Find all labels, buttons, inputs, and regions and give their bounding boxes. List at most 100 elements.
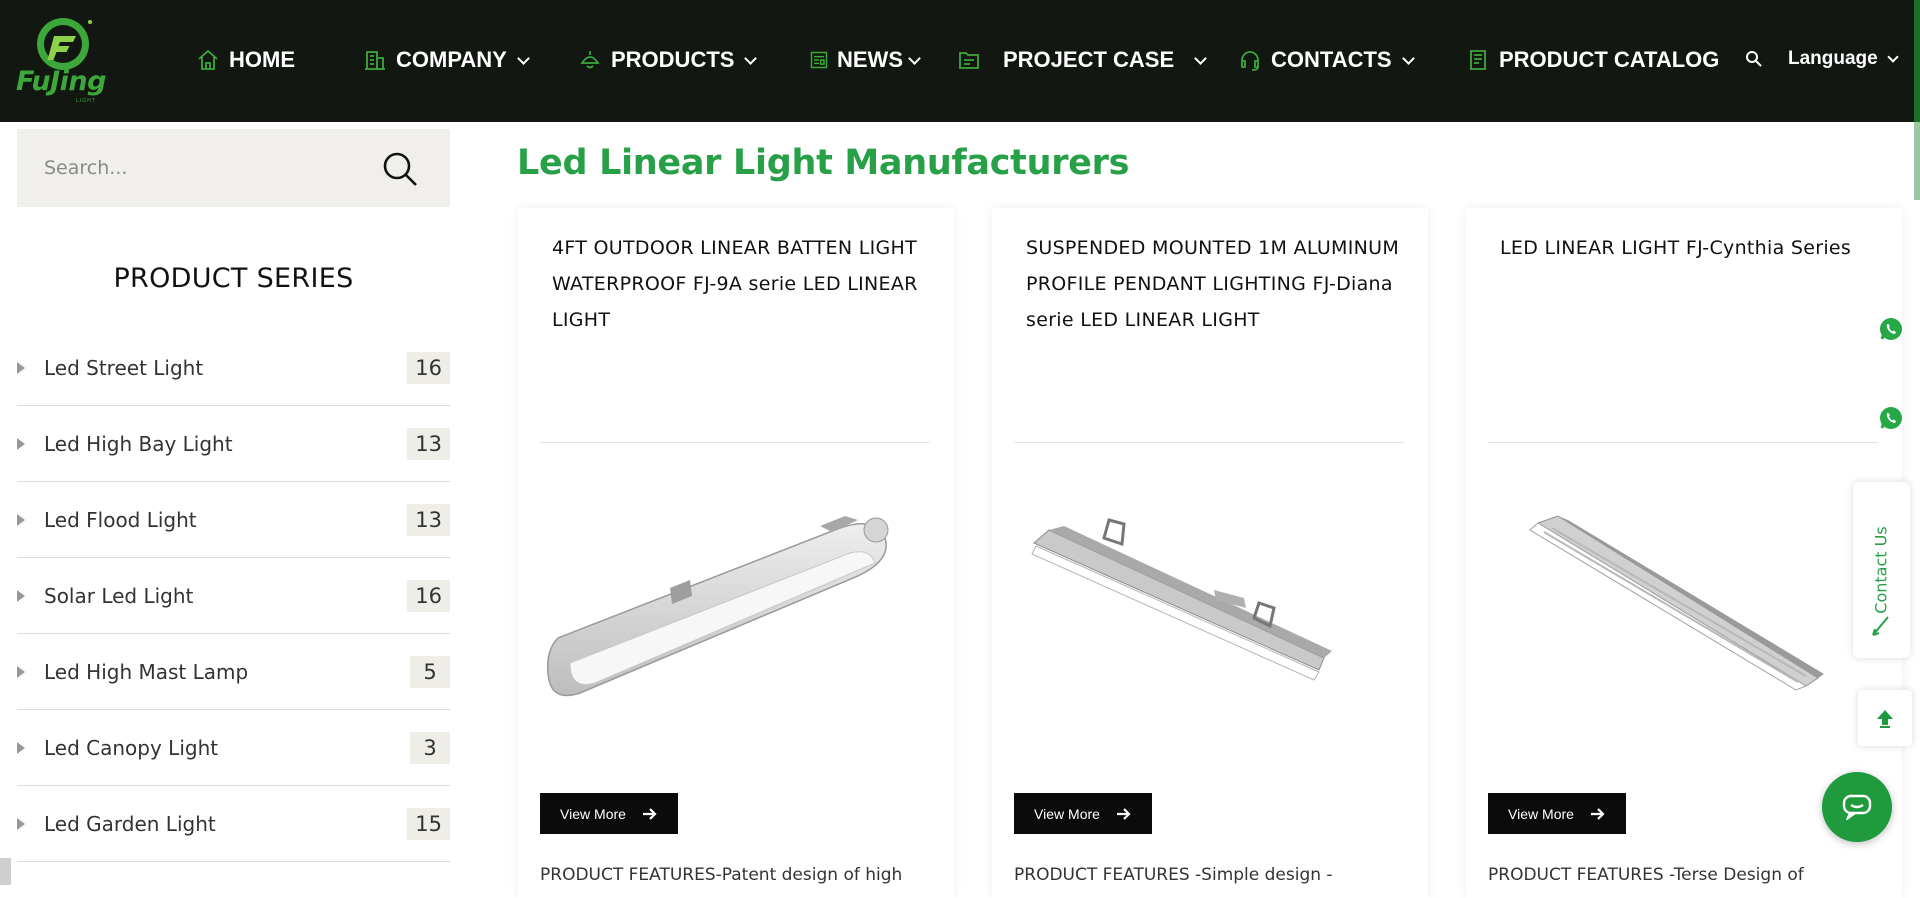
scrollbar-edge [1914, 0, 1920, 122]
linear-light-image[interactable] [1488, 468, 1888, 718]
caret-right-icon [17, 589, 25, 602]
series-count-badge: 5 [410, 655, 450, 688]
divider [540, 442, 930, 443]
search-input[interactable] [44, 151, 364, 185]
view-more-button[interactable]: View More [540, 793, 678, 834]
product-series-heading: PRODUCT SERIES [113, 263, 354, 294]
view-more-label: View More [1034, 805, 1100, 822]
series-item-street-light[interactable]: Led Street Light 16 [17, 330, 450, 406]
contact-us-label: Contact Us [1871, 526, 1891, 614]
chevron-down-icon [744, 51, 758, 65]
lamp-icon [580, 51, 600, 69]
language-label: Language [1788, 48, 1878, 69]
chevron-down-icon [1401, 51, 1415, 65]
page-title: Led Linear Light Manufacturers [517, 143, 1130, 183]
series-count-badge: 13 [407, 427, 450, 460]
headset-icon [1241, 51, 1259, 71]
product-card-features: PRODUCT FEATURES-Patent design of high [540, 865, 903, 885]
live-chat-button[interactable] [1822, 772, 1892, 842]
building-icon [365, 51, 385, 70]
nav-product-catalog-label: PRODUCT CATALOG [1499, 47, 1720, 72]
nav-company-label: COMPANY [396, 47, 507, 72]
series-count-badge: 13 [407, 503, 450, 536]
caret-right-icon [17, 665, 25, 678]
pen-icon [1872, 616, 1889, 636]
nav-company[interactable]: COMPANY [363, 45, 530, 75]
product-card-title[interactable]: SUSPENDED MOUNTED 1M ALUMINUM PROFILE PE… [1026, 230, 1401, 338]
product-card-features: PRODUCT FEATURES -Simple design - [1014, 865, 1333, 885]
product-card-title[interactable]: 4FT OUTDOOR LINEAR BATTEN LIGHT WATERPRO… [552, 230, 927, 338]
nav-home-label: HOME [229, 47, 295, 72]
caret-right-icon [17, 817, 25, 830]
caret-right-icon [17, 437, 25, 450]
series-label[interactable]: Solar Led Light [44, 584, 193, 608]
series-count-badge: 3 [410, 731, 450, 764]
sidebar-search [17, 129, 450, 207]
nav-products[interactable]: PRODUCTS [578, 45, 758, 75]
view-more-button[interactable]: View More [1014, 793, 1152, 834]
product-card-title[interactable]: LED LINEAR LIGHT FJ-Cynthia Series [1500, 230, 1875, 266]
chevron-down-icon [1887, 51, 1899, 63]
view-more-button[interactable]: View More [1488, 793, 1626, 834]
logo-mark-icon [37, 18, 92, 70]
page-scrollbar[interactable] [1914, 122, 1920, 200]
view-more-label: View More [560, 805, 626, 822]
pendant-light-image[interactable] [1014, 468, 1414, 718]
nav-project-case[interactable]: PROJECT CASE [957, 45, 1208, 75]
language-selector[interactable]: Language [1788, 48, 1899, 70]
nav-contacts[interactable]: CONTACTS [1238, 45, 1415, 75]
nav-product-catalog[interactable]: PRODUCT CATALOG [1466, 45, 1719, 75]
series-label[interactable]: Led Flood Light [44, 508, 197, 532]
sidebar-scroll-handle[interactable] [0, 858, 11, 885]
series-item-high-bay-light[interactable]: Led High Bay Light 13 [17, 406, 450, 482]
logo-text: FuJing [16, 66, 106, 97]
arrow-right-icon [1590, 807, 1605, 820]
back-to-top-button[interactable] [1858, 690, 1912, 746]
nav-contacts-label: CONTACTS [1271, 47, 1392, 72]
series-item-garden-light[interactable]: Led Garden Light 15 [17, 786, 450, 862]
home-icon [198, 49, 218, 70]
series-label[interactable]: Led Garden Light [44, 812, 216, 836]
nav-products-label: PRODUCTS [611, 47, 735, 72]
divider [1488, 442, 1878, 443]
search-icon[interactable] [380, 149, 420, 189]
batten-light-image[interactable] [540, 468, 940, 718]
series-item-high-mast-lamp[interactable]: Led High Mast Lamp 5 [17, 634, 450, 710]
nav-project-case-label: PROJECT CASE [1003, 47, 1175, 72]
caret-right-icon [17, 361, 25, 374]
series-item-flood-light[interactable]: Led Flood Light 13 [17, 482, 450, 558]
series-label[interactable]: Led High Bay Light [44, 432, 233, 456]
search-icon[interactable] [1745, 50, 1763, 68]
view-more-label: View More [1508, 805, 1574, 822]
chevron-down-icon [1194, 51, 1208, 65]
nav-news-label: NEWS [837, 47, 903, 72]
product-card-features: PRODUCT FEATURES -Terse Design of [1488, 865, 1804, 885]
logo-subtext: LIGHT [76, 98, 96, 104]
chevron-down-icon [908, 51, 921, 65]
site-header: FuJing LIGHT HOME COMPANY PRODUCTS NEWS [0, 0, 1920, 122]
nav-news[interactable]: NEWS [809, 45, 921, 75]
whatsapp-icon[interactable] [1878, 316, 1904, 342]
divider [1014, 442, 1404, 443]
series-label[interactable]: Led Street Light [44, 356, 203, 380]
chat-icon [1842, 794, 1872, 820]
series-item-solar-light[interactable]: Solar Led Light 16 [17, 558, 450, 634]
contact-us-tab[interactable]: Contact Us [1853, 482, 1910, 658]
arrow-right-icon [642, 807, 657, 820]
nav-home[interactable]: HOME [196, 45, 295, 75]
site-logo[interactable]: FuJing LIGHT [14, 14, 118, 106]
series-count-badge: 16 [407, 579, 450, 612]
product-card: 4FT OUTDOOR LINEAR BATTEN LIGHT WATERPRO… [518, 208, 954, 898]
series-count-badge: 15 [407, 807, 450, 840]
caret-right-icon [17, 741, 25, 754]
arrow-right-icon [1116, 807, 1131, 820]
series-label[interactable]: Led High Mast Lamp [44, 660, 248, 684]
caret-right-icon [17, 513, 25, 526]
series-label[interactable]: Led Canopy Light [44, 736, 218, 760]
product-series-list: Led Street Light 16 Led High Bay Light 1… [17, 330, 450, 862]
chevron-down-icon [516, 51, 530, 65]
project-icon [959, 52, 979, 69]
product-card: SUSPENDED MOUNTED 1M ALUMINUM PROFILE PE… [992, 208, 1428, 898]
series-item-canopy-light[interactable]: Led Canopy Light 3 [17, 710, 450, 786]
whatsapp-icon[interactable] [1878, 405, 1904, 431]
